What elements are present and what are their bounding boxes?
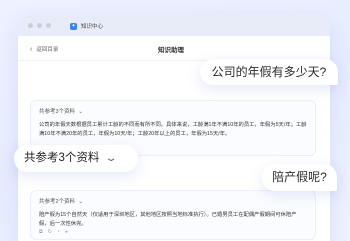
chevron-down-icon: ⌄ [104, 153, 119, 164]
top-nav: ‹ 返回目录 知识助理 [18, 36, 330, 61]
chevron-down-icon: ⌄ [78, 198, 84, 205]
chevron-left-icon: ‹ [30, 45, 33, 53]
references-label: 共参考2个资料 [39, 199, 76, 205]
references-toggle[interactable]: 共参考3个资料 ⌄ [39, 107, 307, 116]
thumbs-up-icon[interactable]: ◔ [57, 230, 60, 235]
app-window: ✦ 知识中心 ‹ 返回目录 知识助理 共参考3个资料 ⌄ 公司的年假天数根据员工… [18, 14, 330, 241]
answer-text: 公司的年假天数根据员工累计工龄的不同而有所不同。具体来说，工龄满1年不满10年的… [39, 122, 307, 137]
app-tab[interactable]: ✦ 知识中心 [70, 19, 103, 33]
answer-card: 共参考2个资料 ⌄ 陪产假为15个自然天（仅适用于深圳地区，其他地区按照当地标准… [30, 190, 316, 240]
answer-actions: ⧉ ↻ ◔ ◕ [39, 230, 307, 235]
back-label: 返回目录 [36, 47, 59, 53]
copy-icon[interactable]: ⧉ [39, 230, 43, 235]
window-control-dot[interactable] [37, 22, 42, 28]
answer-text: 陪产假为15个自然天（仅适用于深圳地区，其他地区按照当地标准执行）。已婚男员工在… [39, 212, 297, 227]
refresh-icon[interactable]: ↻ [48, 230, 52, 235]
app-name: 知识中心 [81, 24, 104, 30]
back-button[interactable]: ‹ 返回目录 [30, 45, 59, 54]
references-toggle[interactable]: 共参考2个资料 ⌄ [39, 197, 307, 206]
window-control-dot[interactable] [46, 22, 51, 28]
references-label: 共参考3个资料 [39, 109, 76, 115]
window-control-dot[interactable] [28, 22, 33, 28]
thumbs-down-icon[interactable]: ◕ [65, 230, 68, 235]
question-bubble: 公司的年假有多少天? [200, 59, 338, 85]
question-bubble: 陪产假呢? [262, 164, 337, 191]
chevron-down-icon: ⌄ [78, 108, 84, 115]
page-title: 知识助理 [158, 47, 184, 54]
title-bar: ✦ 知识中心 [18, 14, 330, 36]
references-bubble-label: 共参考3个资料 [24, 152, 100, 164]
references-bubble[interactable]: 共参考3个资料 ⌄ [14, 145, 138, 172]
app-logo-icon: ✦ [70, 22, 77, 30]
